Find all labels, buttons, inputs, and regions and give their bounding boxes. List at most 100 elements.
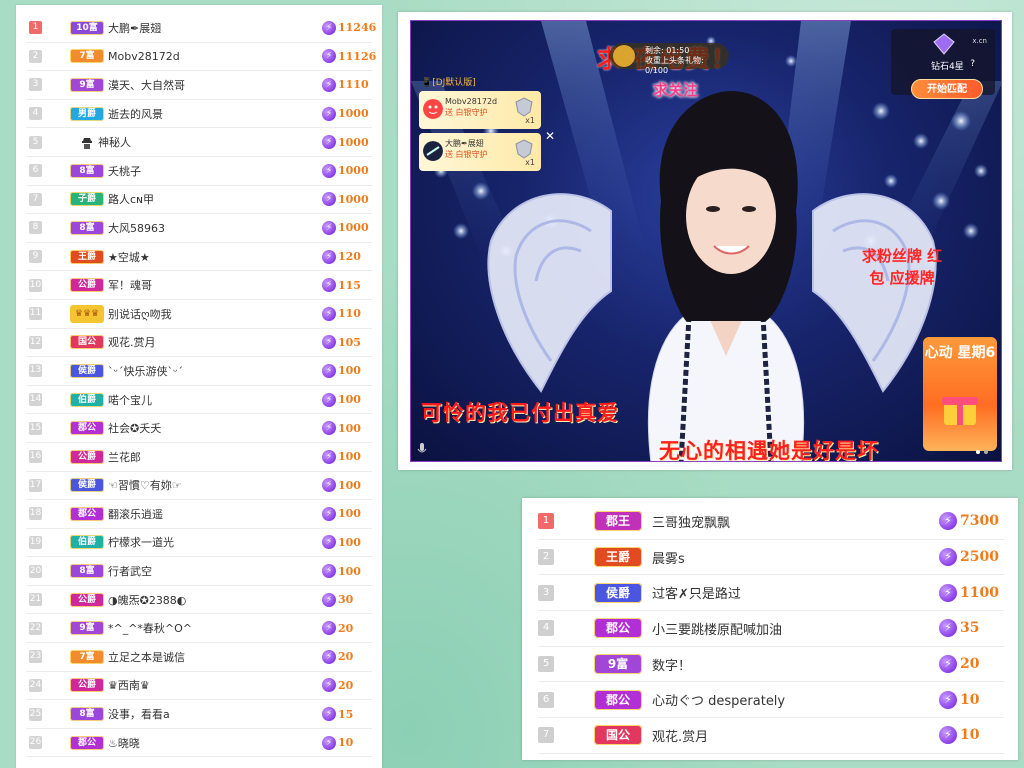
rank-badge: 9富	[70, 77, 104, 92]
lightning-coin-icon: ⚡	[322, 106, 336, 121]
lightning-coin-icon: ⚡	[322, 564, 336, 579]
follow-request-tag: 求关注	[653, 81, 699, 99]
user-avatar-icon	[423, 99, 443, 119]
contribution-value: 11126	[338, 49, 377, 63]
lightning-coin-icon: ⚡	[939, 619, 957, 638]
ranking-row[interactable]: 14 伯爵 喏个宝儿 ⚡ 100	[26, 386, 372, 415]
rank-badge: 侯爵	[594, 582, 642, 603]
ranking-row[interactable]: 4 男爵 逝去的风景 ⚡ 1000	[26, 100, 372, 129]
gift-notification: 大鹏✒展翅 送 白银守护 x1	[419, 133, 541, 171]
rank-number: 18	[29, 507, 42, 521]
stream-frame: 求 夜电费！ 剩余: 01:50 收重上头条礼物: 0/100 求关注 📱[DJ…	[398, 12, 1012, 470]
rank-number: 1	[538, 513, 554, 530]
ranking-row[interactable]: 2 王爵 晨雾s ⚡ 2500	[538, 540, 1004, 576]
promo-banner[interactable]: 心动 星期6	[923, 337, 997, 451]
ranking-row[interactable]: 18 郡公 翻滚乐逍遥 ⚡ 100	[26, 500, 372, 529]
contribution-value: 1000	[338, 192, 369, 206]
trophy-icon	[613, 45, 635, 67]
ranking-row[interactable]: 2 7富 Mobv28172d ⚡ 11126	[26, 43, 377, 72]
ranking-row[interactable]: 9 王爵 ★空城★ ⚡ 120	[26, 243, 372, 272]
ranking-row[interactable]: 12 国公 观花.赏月 ⚡ 105	[26, 329, 372, 358]
contribution-value: 20	[338, 621, 354, 635]
username: ♛西南♛	[108, 679, 150, 693]
rank-number: 19	[29, 535, 42, 549]
contribution-value: 1000	[338, 135, 369, 149]
ranking-row[interactable]: 13 侯爵 ˋᵕˊ快乐游侠ˋᵕˊ ⚡ 100	[26, 357, 372, 386]
ranking-row[interactable]: 5 神秘人 ⚡ 1000	[26, 128, 372, 157]
rank-number: 23	[29, 650, 42, 664]
rank-badge: 王爵	[70, 249, 104, 264]
contribution-value: 100	[338, 507, 361, 521]
rank-badge: 9富	[70, 621, 104, 636]
live-stream-video[interactable]: 求 夜电费！ 剩余: 01:50 收重上头条礼物: 0/100 求关注 📱[DJ…	[410, 20, 1002, 462]
rank-badge: 郡公	[594, 618, 642, 639]
username: ♨晓晓	[108, 736, 140, 750]
lightning-coin-icon: ⚡	[322, 649, 336, 664]
ranking-row[interactable]: 8 8富 大风58963 ⚡ 1000	[26, 214, 372, 243]
ranking-row[interactable]: 10 公爵 军！魂哥 ⚡ 115	[26, 271, 372, 300]
rank-number: 12	[29, 335, 42, 349]
contribution-value: 100	[338, 535, 361, 549]
close-icon[interactable]: ✕	[545, 129, 555, 143]
ranking-row[interactable]: 1 10富 大鹏✒展翅 ⚡ 11246	[26, 14, 376, 43]
username: ★空城★	[108, 250, 150, 264]
username: 小三要跳楼原配喊加油	[652, 622, 783, 638]
ranking-row[interactable]: 4 郡公 小三要跳楼原配喊加油 ⚡ 35	[538, 611, 1004, 647]
username: 没事，看看a	[108, 708, 170, 722]
contribution-value: 30	[338, 593, 354, 607]
lightning-coin-icon: ⚡	[322, 592, 336, 607]
username: 别说话ღ吻我	[108, 307, 172, 321]
help-icon[interactable]: ?	[970, 59, 975, 69]
ranking-row[interactable]: 3 侯爵 过客✗只是路过 ⚡ 1100	[538, 575, 1004, 612]
rank-number: 15	[29, 421, 42, 435]
live-source-label: 📱[DJ默认版]	[421, 78, 476, 88]
lightning-coin-icon: ⚡	[322, 535, 336, 550]
ranking-row[interactable]: 1 郡王 三哥独宠飘飘 ⚡ 7300	[538, 504, 1004, 540]
username: ☜習慣♡有妳☞	[108, 479, 182, 493]
rank-badge: 8富	[70, 163, 104, 178]
ranking-row[interactable]: 7 子爵 路人ᴄɴ甲 ⚡ 1000	[26, 186, 372, 215]
start-match-button[interactable]: 开始匹配	[911, 79, 983, 99]
contribution-value: 1100	[960, 584, 999, 601]
ranking-row[interactable]: 24 公爵 ♛西南♛ ⚡ 20	[26, 672, 372, 701]
ranking-row[interactable]: 5 9富 数字！ ⚡ 20	[538, 647, 1004, 683]
rank-number: 3	[29, 78, 42, 92]
left-ranking-panel: 1 10富 大鹏✒展翅 ⚡ 11246 2 7富 Mobv28172d ⚡ 11126 3 9富 漠天、…	[16, 5, 382, 768]
lightning-coin-icon: ⚡	[322, 249, 336, 264]
rank-number: 2	[29, 49, 42, 63]
contribution-value: 7300	[960, 513, 999, 530]
ranking-row[interactable]: 15 郡公 社会✪夭夭 ⚡ 100	[26, 414, 372, 443]
ranking-row[interactable]: 23 7富 立足之本是诚信 ⚡ 20	[26, 643, 372, 672]
contribution-value: 100	[338, 478, 361, 492]
ranking-row[interactable]: 6 8富 夭桃子 ⚡ 1000	[26, 157, 372, 186]
rank-number: 3	[538, 584, 554, 601]
username: 社会✪夭夭	[108, 422, 162, 436]
ranking-row[interactable]: 25 8富 没事，看看a ⚡ 15	[26, 700, 372, 729]
rank-number: 4	[29, 107, 42, 121]
rank-number: 1	[29, 21, 42, 35]
rank-badge: 子爵	[70, 192, 104, 207]
ranking-row[interactable]: 11 ♛♛♛ 别说话ღ吻我 ⚡ 110	[26, 300, 372, 329]
left-ranking-list: 1 10富 大鹏✒展翅 ⚡ 11246 2 7富 Mobv28172d ⚡ 11126 3 9富 漠天、…	[26, 14, 377, 758]
contribution-value: 110	[338, 307, 361, 321]
lyric-line-2: 无心的相遇她是好是坏	[659, 439, 879, 462]
ranking-row[interactable]: 17 侯爵 ☜習慣♡有妳☞ ⚡ 100	[26, 472, 372, 501]
gift-box-icon	[942, 397, 978, 425]
lightning-coin-icon: ⚡	[322, 621, 336, 636]
ranking-row[interactable]: 20 8富 行者武空 ⚡ 100	[26, 557, 372, 586]
ranking-row[interactable]: 21 公爵 ◑魄炁✪2388◐ ⚡ 30	[26, 586, 372, 615]
contribution-value: 20	[960, 656, 980, 673]
ranking-row[interactable]: 6 郡公 心动ぐつ desperately ⚡ 10	[538, 682, 1004, 719]
ranking-row[interactable]: 22 9富 *^_^*春秋^O^ ⚡ 20	[26, 614, 372, 644]
username: 三哥独宠飘飘	[652, 515, 731, 531]
lightning-coin-icon: ⚡	[939, 726, 957, 745]
username: 柠檬求一道光	[108, 536, 174, 550]
lightning-coin-icon: ⚡	[322, 363, 336, 378]
ranking-row[interactable]: 19 伯爵 柠檬求一道光 ⚡ 100	[26, 529, 372, 558]
ranking-row[interactable]: 16 公爵 兰花郎 ⚡ 100	[26, 443, 372, 472]
ranking-row[interactable]: 3 9富 漠天、大自然哥 ⚡ 1110	[26, 71, 372, 100]
ranking-row[interactable]: 26 郡公 ♨晓晓 ⚡ 10	[26, 729, 372, 758]
ranking-row[interactable]: 7 国公 观花.赏月 ⚡ 10	[538, 718, 1004, 754]
carousel-dots[interactable]	[975, 449, 989, 455]
contribution-value: 1000	[338, 164, 369, 178]
